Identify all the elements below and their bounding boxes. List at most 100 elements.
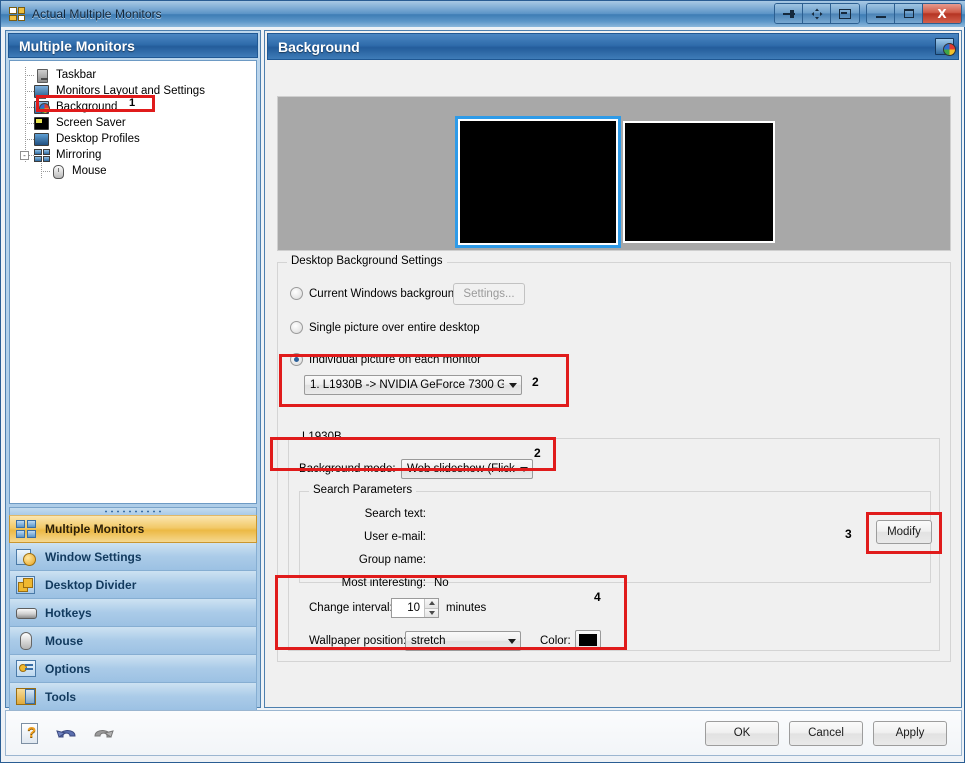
background-color-swatch[interactable] [575,630,601,649]
sidebar-nav-options[interactable]: Options [9,655,257,683]
wallpaper-position-combobox[interactable]: stretch [405,631,521,651]
monitor-settings-title: L1930B [298,431,346,443]
change-interval-spinner[interactable]: 10 [391,598,439,618]
tree-connector [41,163,42,179]
application-window: Actual Multiple Monitors X Multiple Moni… [0,0,965,763]
apply-button[interactable]: Apply [873,720,947,746]
tree-expander-icon[interactable]: - [20,151,29,160]
content-body: Desktop Background Settings Current Wind… [267,62,959,705]
close-button[interactable]: X [923,4,961,23]
tree-indent [18,115,34,131]
tree-item-label: Mouse [72,165,107,177]
tree-item-screen-saver[interactable]: Screen Saver [18,115,256,131]
sidebar-splitter[interactable] [9,507,257,515]
background-monitor-icon [935,38,956,56]
search-param-value: No [434,577,449,589]
tree-connector [41,171,50,172]
maximize-button[interactable] [895,4,923,23]
tree-connector [25,131,26,147]
sidebar-nav-label: Tools [45,689,77,704]
monitor-preview-1[interactable] [455,116,621,248]
desktop-divider-icon [16,575,38,595]
content-header: Background [267,33,959,60]
settings-button-label: Settings... [463,288,515,300]
monitor-preview-2[interactable] [623,121,775,243]
background-mode-value: Web slideshow (Flickr) [407,463,515,475]
help-icon[interactable] [20,722,42,744]
tree-connector [25,91,34,92]
content-panel: Background Desktop Background Settings C… [264,30,962,708]
mouse-icon [16,631,38,651]
undo-icon[interactable] [56,723,78,743]
minimize-button[interactable] [867,4,895,23]
tree-item-desktop-profiles[interactable]: Desktop Profiles [18,131,256,147]
search-param-label: Search text: [364,508,426,520]
spinner-up-icon[interactable] [425,599,438,608]
radio-individual-picture-each-monitor[interactable]: Individual picture on each monitor [290,353,481,366]
send-to-monitor-button[interactable] [831,4,859,23]
radio-icon[interactable] [290,321,303,334]
search-parameters-title: Search Parameters [309,484,417,496]
tree-item-background[interactable]: Background [18,99,256,115]
tree-item-monitors-layout-and-settings[interactable]: Monitors Layout and Settings [18,83,256,99]
bottom-tool-icons [6,722,114,744]
radio-current-windows-background[interactable]: Current Windows background [290,287,461,300]
arrow-into-box-icon [839,8,851,19]
screensaver-icon [34,116,51,131]
radio-icon[interactable] [290,353,303,366]
tree-item-mouse[interactable]: Mouse [18,163,256,179]
tree-item-taskbar[interactable]: Taskbar [18,67,256,83]
color-label: Color: [540,635,571,647]
close-icon: X [937,6,947,21]
radio-single-picture-over-desktop[interactable]: Single picture over entire desktop [290,321,480,334]
chevron-down-icon[interactable] [504,383,521,388]
settings-button[interactable]: Settings... [453,283,525,305]
minimize-icon [875,15,886,18]
pin-window-button[interactable] [775,4,803,23]
sidebar-nav-label: Mouse [45,633,84,648]
ok-button[interactable]: OK [705,720,779,746]
sidebar-nav-tools[interactable]: Tools [9,683,257,711]
spinner-down-icon[interactable] [425,607,438,617]
tree-indent [18,67,34,83]
change-interval-value[interactable]: 10 [392,599,424,617]
apply-button-label: Apply [895,727,925,739]
title-bar-left: Actual Multiple Monitors [1,7,162,21]
dialog-buttons: OK Cancel Apply [705,720,961,746]
maximize-icon [903,9,914,18]
background-mode-combobox[interactable]: Web slideshow (Flickr) [401,459,533,479]
minutes-label: minutes [446,602,487,614]
monitor-select-combobox[interactable]: 1. L1930B -> NVIDIA GeForce 7300 GT [304,375,522,395]
annotation-number-2a: 2 [532,375,539,389]
chevron-down-icon[interactable] [503,639,520,644]
tree-item-label: Screen Saver [56,117,126,129]
sidebar-nav-desktop-divider[interactable]: Desktop Divider [9,571,257,599]
tree-item-mirroring[interactable]: - Mirroring [18,147,256,163]
tree-connector [25,83,26,99]
title-bar-buttons: X [768,3,962,24]
monitor-settings-group: L1930B Background mode: Web slideshow (F… [288,431,942,651]
wallpaper-position-label: Wallpaper position: [309,635,407,647]
modify-button[interactable]: Modify [876,520,932,544]
tree-connector [25,75,34,76]
pin-icon [782,9,795,19]
move-window-button[interactable] [803,4,831,23]
window-settings-icon [16,547,38,567]
tools-icon [16,687,38,707]
sidebar-nav-label: Hotkeys [45,605,92,620]
annotation-number-1: 1 [129,97,136,109]
tree-item-label: Desktop Profiles [56,133,140,145]
tree-connector [25,139,34,140]
tree-connector [25,107,34,108]
settings-tree[interactable]: Taskbar Monitors Layout and Settings Backg… [9,60,257,504]
sidebar-nav-mouse[interactable]: Mouse [9,627,257,655]
sidebar-nav-multiple-monitors[interactable]: Multiple Monitors [9,515,257,543]
radio-icon[interactable] [290,287,303,300]
annotation-number-2b: 2 [534,446,541,460]
monitor-select-value: 1. L1930B -> NVIDIA GeForce 7300 GT [310,379,504,391]
sidebar-nav-hotkeys[interactable]: Hotkeys [9,599,257,627]
cancel-button[interactable]: Cancel [789,720,863,746]
redo-icon[interactable] [92,723,114,743]
chevron-down-icon[interactable] [515,467,532,472]
sidebar-nav-window-settings[interactable]: Window Settings [9,543,257,571]
